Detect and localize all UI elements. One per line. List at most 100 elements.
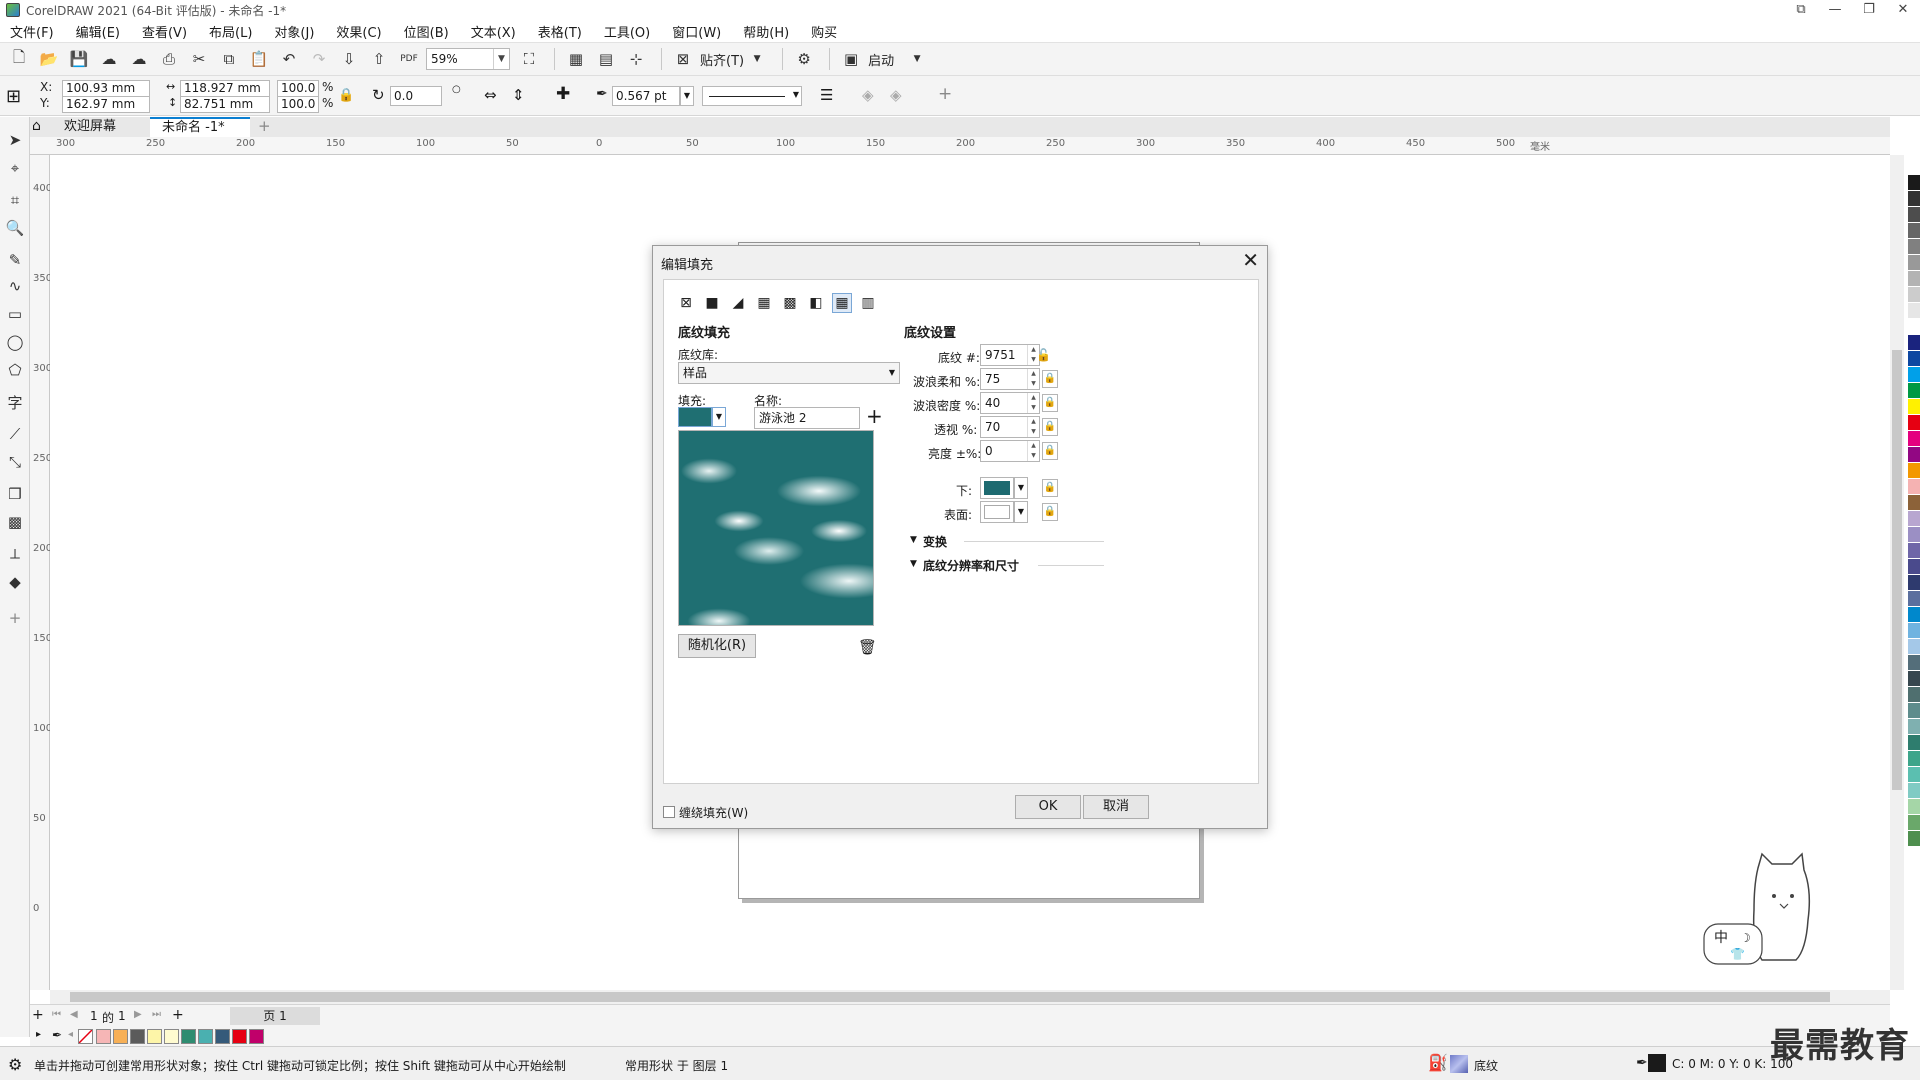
parallel-dimension-icon[interactable]: ⟋ xyxy=(4,423,26,445)
resolution-section[interactable]: 底纹分辨率和尺寸 xyxy=(923,557,1019,574)
rectangle-tool-icon[interactable]: ▭ xyxy=(4,303,26,325)
palette-swatch[interactable] xyxy=(1908,351,1920,367)
palette-swatch[interactable] xyxy=(1908,655,1920,671)
trash-icon[interactable]: 🗑 xyxy=(858,638,877,656)
palette-swatch[interactable] xyxy=(1908,463,1920,479)
full-screen-icon[interactable]: ⛶ xyxy=(516,47,542,71)
show-guidelines-icon[interactable]: ⊹ xyxy=(623,47,649,71)
menu-bitmaps[interactable]: 位图(B) xyxy=(404,22,449,41)
palette-swatch[interactable] xyxy=(1908,431,1920,447)
scale-width-field[interactable]: 100.0 xyxy=(277,80,319,97)
current-page[interactable]: 1 xyxy=(90,1009,98,1023)
menu-buy[interactable]: 购买 xyxy=(811,22,837,41)
page-tab[interactable]: 页 1 xyxy=(230,1007,320,1025)
palette-swatch[interactable] xyxy=(1908,591,1920,607)
wave-density-spinner[interactable]: 40 ▲ ▼ xyxy=(980,392,1040,414)
fill-swatch-picker[interactable] xyxy=(678,407,712,427)
to-front-icon[interactable]: ◈ xyxy=(862,86,874,104)
palette-swatch[interactable] xyxy=(1908,303,1920,319)
gear-icon[interactable]: ⚙ xyxy=(8,1055,22,1074)
horizontal-ruler[interactable]: 300 250 200 150 100 50 0 50 100 150 200 … xyxy=(30,137,1890,155)
eyedropper-icon[interactable]: ✒ xyxy=(52,1028,62,1042)
maximize-button[interactable]: ❐ xyxy=(1852,0,1886,20)
palette-swatch[interactable] xyxy=(1908,527,1920,543)
snap-to-label[interactable]: 贴齐(T) xyxy=(700,50,744,69)
palette-swatch[interactable] xyxy=(1908,543,1920,559)
palette-swatch[interactable] xyxy=(1908,479,1920,495)
add-page-after-icon[interactable]: + xyxy=(172,1007,184,1023)
palette-swatch[interactable] xyxy=(1908,207,1920,223)
eyedropper-icon[interactable]: ⟂ xyxy=(4,543,26,565)
palette-swatch[interactable] xyxy=(1908,575,1920,591)
last-page-icon[interactable]: ⏭ xyxy=(152,1009,161,1020)
spinner-arrows[interactable]: ▲ ▼ xyxy=(1027,369,1039,389)
document-palette-swatch[interactable] xyxy=(181,1029,196,1044)
menu-file[interactable]: 文件(F) xyxy=(10,22,54,41)
chevron-down-icon[interactable]: ▼ xyxy=(744,47,770,71)
palette-swatch[interactable] xyxy=(1908,831,1920,847)
crop-tool-icon[interactable]: ⌗ xyxy=(4,189,26,211)
brightness-spinner[interactable]: 0 ▲ ▼ xyxy=(980,440,1040,462)
palette-swatch[interactable] xyxy=(1908,559,1920,575)
palette-swatch[interactable] xyxy=(1908,687,1920,703)
vector-pattern-icon[interactable]: ▦ xyxy=(754,293,774,313)
rotation-field[interactable]: 0.0 xyxy=(390,86,442,106)
freehand-tool-icon[interactable]: ✎ xyxy=(4,249,26,271)
two-color-pattern-icon[interactable]: ◧ xyxy=(806,293,826,313)
menu-edit[interactable]: 编辑(E) xyxy=(76,22,120,41)
bitmap-pattern-icon[interactable]: ▩ xyxy=(780,293,800,313)
chevron-down-icon[interactable]: ▼ xyxy=(680,86,694,106)
palette-swatch[interactable] xyxy=(1908,367,1920,383)
copy-icon[interactable]: ⧉ xyxy=(216,47,242,71)
mirror-vertical-icon[interactable]: ⇕ xyxy=(512,86,525,104)
launch-label[interactable]: 启动 xyxy=(868,50,894,69)
menu-view[interactable]: 查看(V) xyxy=(142,22,187,41)
palette-swatch[interactable] xyxy=(1908,191,1920,207)
document-palette-swatch[interactable] xyxy=(215,1029,230,1044)
cut-icon[interactable]: ✂ xyxy=(186,47,212,71)
next-page-icon[interactable]: ▶ xyxy=(134,1009,142,1020)
lock-icon[interactable]: 🔒 xyxy=(1042,394,1058,412)
transparency-tool-icon[interactable]: ▩ xyxy=(4,511,26,533)
document-palette-swatch[interactable] xyxy=(249,1029,264,1044)
paste-icon[interactable]: 📋 xyxy=(246,47,272,71)
chevron-left-icon[interactable]: ◂ xyxy=(68,1029,73,1040)
show-rulers-icon[interactable]: ▦ xyxy=(563,47,589,71)
transform-section[interactable]: 变换 xyxy=(923,533,947,550)
palette-swatch[interactable] xyxy=(1908,415,1920,431)
first-page-icon[interactable]: ⏮ xyxy=(52,1009,61,1020)
texture-number-spinner[interactable]: 9751 ▲ ▼ xyxy=(980,344,1040,366)
print-icon[interactable]: ⎙ xyxy=(156,47,182,71)
horizontal-scrollbar[interactable] xyxy=(50,990,1890,1004)
cloud-upload-icon[interactable]: ☁ xyxy=(96,47,122,71)
cancel-button[interactable]: 取消 xyxy=(1083,795,1149,819)
prev-page-icon[interactable]: ◀ xyxy=(70,1009,78,1020)
to-back-icon[interactable]: ◈ xyxy=(890,86,902,104)
expand-triangle-icon[interactable]: ▼ xyxy=(910,559,917,569)
y-position-field[interactable]: 162.97 mm xyxy=(62,96,150,113)
text-wrap-icon[interactable]: ☰ xyxy=(820,86,833,104)
menu-table[interactable]: 表格(T) xyxy=(538,22,582,41)
palette-swatch[interactable] xyxy=(1908,767,1920,783)
palette-swatch[interactable] xyxy=(1908,271,1920,287)
expand-triangle-icon[interactable]: ▼ xyxy=(910,535,917,545)
common-shapes-icon[interactable]: ⬠ xyxy=(4,359,26,381)
palette-swatch[interactable] xyxy=(1908,783,1920,799)
palette-swatch[interactable] xyxy=(1908,671,1920,687)
scrollbar-thumb[interactable] xyxy=(70,992,1830,1002)
show-grid-icon[interactable]: ▤ xyxy=(593,47,619,71)
palette-swatch[interactable] xyxy=(1908,751,1920,767)
document-palette-swatch[interactable] xyxy=(164,1029,179,1044)
texture-preview[interactable] xyxy=(678,430,874,626)
palette-swatch[interactable] xyxy=(1908,175,1920,191)
artistic-media-icon[interactable]: ∿ xyxy=(4,275,26,297)
chevron-down-icon[interactable]: ▼ xyxy=(712,407,726,427)
scale-height-field[interactable]: 100.0 xyxy=(277,96,319,113)
unlock-icon[interactable]: 🔓 xyxy=(1036,348,1051,362)
outline-color-swatch[interactable] xyxy=(1648,1054,1666,1072)
document-palette-swatch[interactable] xyxy=(113,1029,128,1044)
mirror-horizontal-icon[interactable]: ⇔ xyxy=(484,86,497,104)
document-palette-swatch[interactable] xyxy=(96,1029,111,1044)
tab-document[interactable]: 未命名 -1* xyxy=(150,117,250,137)
randomize-button[interactable]: 随机化(R) xyxy=(678,634,756,658)
